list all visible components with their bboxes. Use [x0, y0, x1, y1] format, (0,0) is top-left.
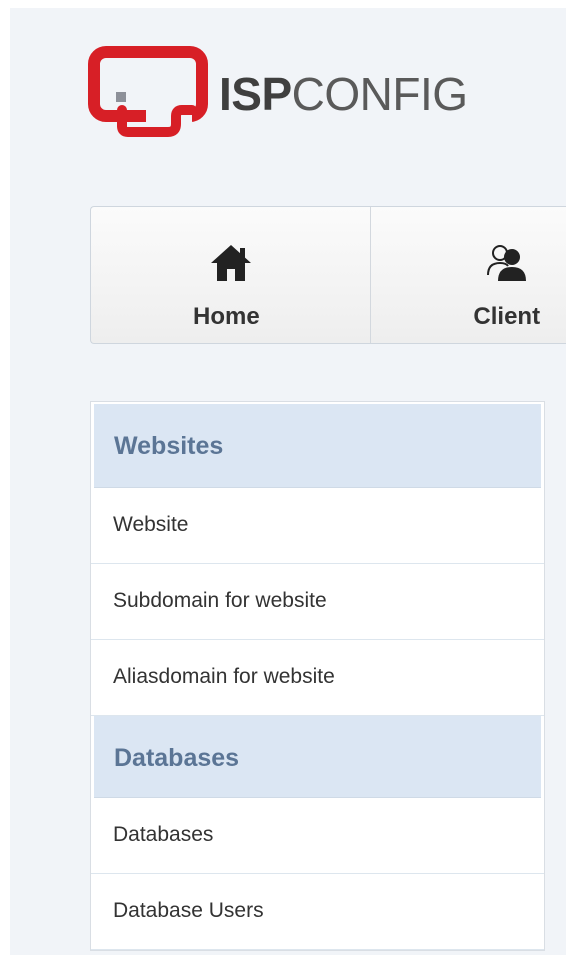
- top-navigation: Home Client: [90, 206, 566, 344]
- nav-client-button[interactable]: Client: [371, 207, 566, 343]
- page-edge: [0, 0, 10, 955]
- section-header-label: Databases: [114, 744, 240, 772]
- logo-text: ISPCONFIG: [219, 66, 468, 122]
- nav-client-label: Client: [473, 303, 541, 330]
- side-menu: Websites Website Subdomain for website A…: [90, 401, 545, 951]
- logo-text-light: CONFIG: [291, 68, 468, 120]
- menu-item-subdomain-for-website[interactable]: Subdomain for website: [91, 564, 544, 640]
- menu-item-databases[interactable]: Databases: [91, 798, 544, 874]
- menu-item-label: Database Users: [113, 899, 264, 922]
- logo-text-bold: ISP: [219, 68, 292, 120]
- menu-item-database-users[interactable]: Database Users: [91, 874, 544, 950]
- nav-home-label: Home: [193, 303, 260, 330]
- section-header-databases: Databases: [94, 716, 541, 798]
- home-icon: [211, 245, 251, 281]
- section-header-websites: Websites: [94, 404, 541, 488]
- page-top-edge: [0, 0, 566, 8]
- client-icon: [487, 245, 527, 281]
- menu-item-website[interactable]: Website: [91, 488, 544, 564]
- menu-item-label: Databases: [113, 823, 214, 846]
- menu-item-label: Aliasdomain for website: [113, 665, 335, 688]
- nav-home-button[interactable]: Home: [91, 207, 372, 343]
- ispconfig-logo[interactable]: ISPCONFIG: [88, 46, 508, 138]
- menu-item-aliasdomain-for-website[interactable]: Aliasdomain for website: [91, 640, 544, 716]
- menu-item-label: Subdomain for website: [113, 589, 327, 612]
- section-header-label: Websites: [114, 432, 224, 460]
- menu-item-label: Website: [113, 513, 189, 536]
- logo-monitor-icon: [88, 46, 208, 137]
